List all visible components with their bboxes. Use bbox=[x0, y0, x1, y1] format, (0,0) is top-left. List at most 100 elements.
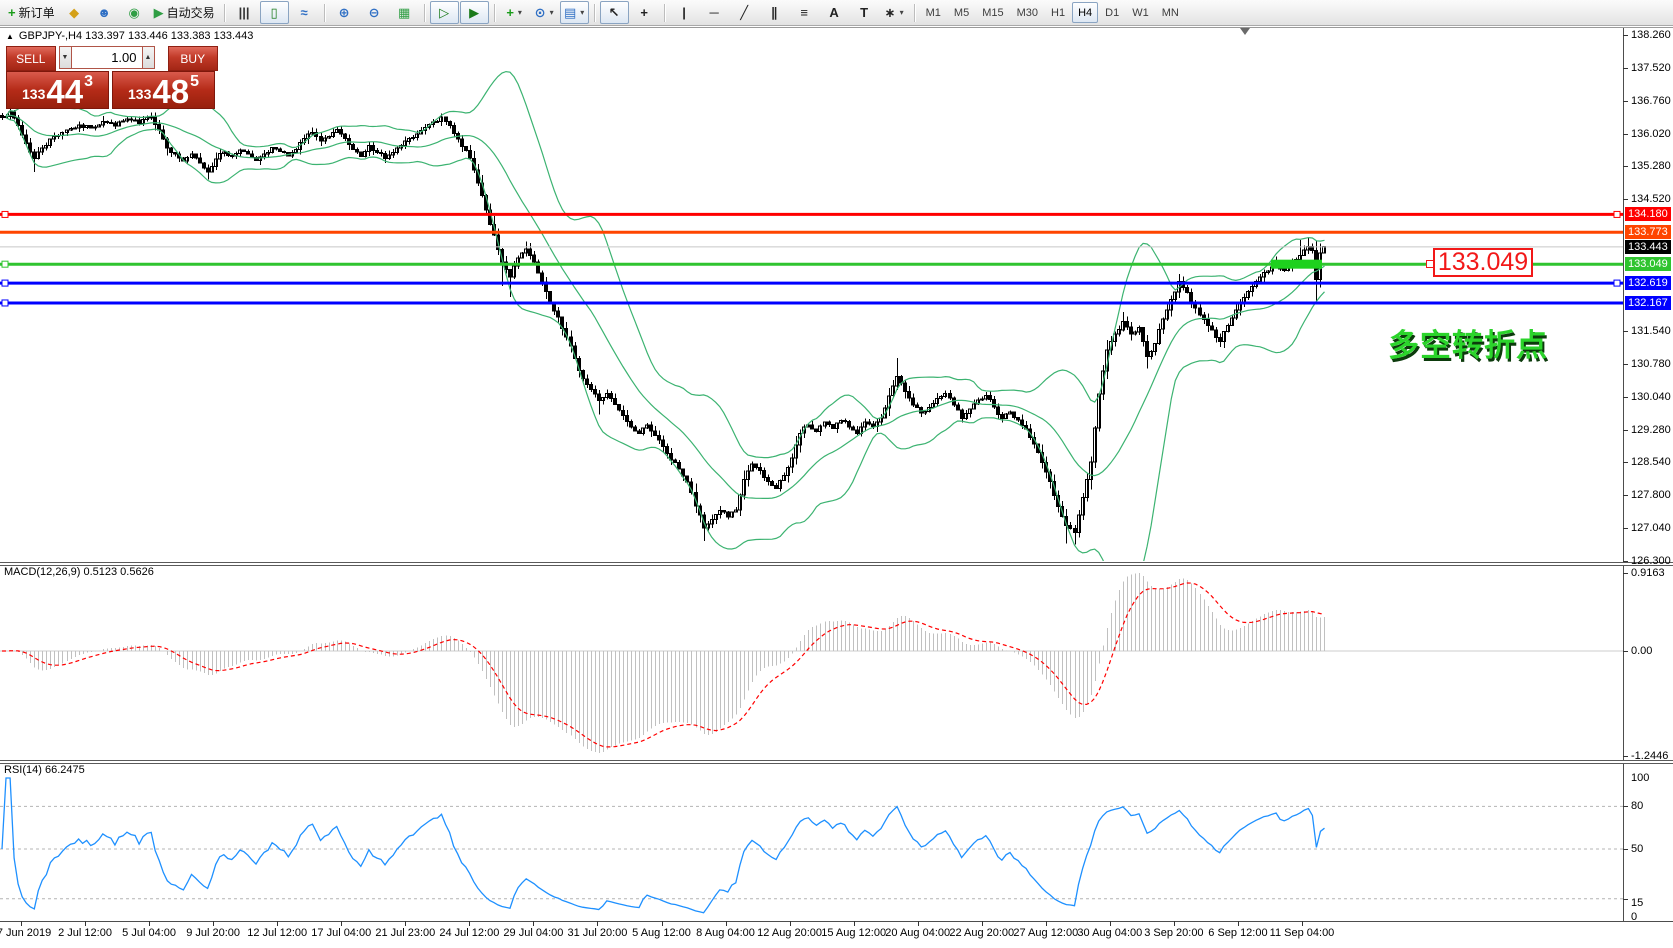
horizontal-line-button[interactable]: ─ bbox=[700, 1, 729, 24]
arrows-button[interactable]: ∗▾ bbox=[880, 1, 909, 24]
new-order-button[interactable]: +新订单 bbox=[4, 1, 59, 24]
autotrading-button[interactable]: ▶自动交易 bbox=[150, 1, 219, 24]
line-anchor bbox=[2, 300, 8, 306]
price-axis-label: 136.020 bbox=[1631, 128, 1673, 140]
equidistant-channel-button[interactable]: ∥ bbox=[760, 1, 789, 24]
macd-axis-tick bbox=[1623, 651, 1628, 652]
rsi-line bbox=[2, 778, 1325, 913]
candlestick-chart-button[interactable]: ▯ bbox=[260, 1, 289, 24]
crosshair-button[interactable]: + bbox=[630, 1, 659, 24]
price-axis-tick bbox=[1623, 462, 1628, 463]
price-axis-border bbox=[1623, 28, 1624, 921]
toolbar-separator bbox=[594, 4, 595, 22]
highlight-segment bbox=[1271, 260, 1322, 269]
timeframe-m5-button[interactable]: M5 bbox=[948, 2, 975, 23]
chart-shift-button[interactable]: ▷ bbox=[430, 1, 459, 24]
new-chart-button[interactable]: +▾ bbox=[500, 1, 529, 24]
rsi-indicator-label: RSI(14) 66.2475 bbox=[4, 764, 85, 776]
timeframe-m15-button[interactable]: M15 bbox=[976, 2, 1009, 23]
time-axis-tick bbox=[918, 921, 919, 926]
timeframe-h4-button[interactable]: H4 bbox=[1072, 2, 1098, 23]
macd-rsi-separator[interactable] bbox=[0, 760, 1673, 764]
time-axis-tick bbox=[1046, 921, 1047, 926]
volume-increase-button[interactable]: ▲ bbox=[142, 46, 155, 69]
fibonacci-button[interactable]: ≡ bbox=[790, 1, 819, 24]
zoom-out-button[interactable]: ⊖ bbox=[360, 1, 389, 24]
fibonacci-icon: ≡ bbox=[800, 6, 808, 19]
tile-windows-icon: ▦ bbox=[398, 6, 410, 19]
macd-panel bbox=[0, 573, 1623, 753]
signals-icon[interactable]: ◉ bbox=[120, 1, 149, 24]
annotation-anchor[interactable] bbox=[1426, 260, 1434, 268]
timeframe-m1-button[interactable]: M1 bbox=[920, 2, 947, 23]
zoom-in-button[interactable]: ⊕ bbox=[330, 1, 359, 24]
rsi-axis-tick bbox=[1623, 899, 1628, 900]
time-axis-tick bbox=[149, 921, 150, 926]
buy-button[interactable]: BUY bbox=[168, 46, 219, 71]
community-icon[interactable]: ☻ bbox=[90, 1, 119, 24]
sell-price-button[interactable]: 133 44 3 bbox=[6, 71, 109, 109]
volume-input[interactable] bbox=[72, 46, 142, 69]
price-axis-label: 136.760 bbox=[1631, 95, 1673, 107]
pivot-annotation-text[interactable]: 多空转折点 bbox=[1388, 320, 1548, 365]
main-macd-separator[interactable] bbox=[0, 562, 1673, 566]
bar-chart-button[interactable]: ||| bbox=[230, 1, 259, 24]
autoscroll-button[interactable]: ▶ bbox=[460, 1, 489, 24]
time-axis-tick bbox=[469, 921, 470, 926]
bb-middle-band bbox=[6, 115, 1325, 498]
candlestick-chart-icon: ▯ bbox=[271, 6, 278, 19]
trendline-button[interactable]: ╱ bbox=[730, 1, 759, 24]
price-axis-tick bbox=[1623, 528, 1628, 529]
timeframe-m30-button[interactable]: M30 bbox=[1011, 2, 1044, 23]
time-axis-tick bbox=[662, 921, 663, 926]
timeframe-mn-button[interactable]: MN bbox=[1156, 2, 1185, 23]
chart-shift-marker[interactable] bbox=[1240, 28, 1250, 35]
timeframe-h1-button[interactable]: H1 bbox=[1045, 2, 1071, 23]
sell-button[interactable]: SELL bbox=[6, 46, 56, 71]
time-axis-tick bbox=[1110, 921, 1111, 926]
rsi-axis-label: 100 bbox=[1631, 772, 1673, 784]
price-annotation-box[interactable]: 133.049 bbox=[1433, 248, 1533, 277]
price-axis-tick bbox=[1623, 134, 1628, 135]
chart-shift-icon: ▷ bbox=[439, 6, 449, 19]
time-axis-tick bbox=[213, 921, 214, 926]
template-button[interactable]: ▤▾ bbox=[560, 1, 589, 24]
chart-plot-area[interactable] bbox=[0, 0, 1673, 948]
line-anchor bbox=[1614, 211, 1620, 217]
price-axis-label: 128.540 bbox=[1631, 456, 1673, 468]
text-button[interactable]: A bbox=[820, 1, 849, 24]
macd-axis-label: 0.9163 bbox=[1631, 567, 1673, 579]
timeframe-w1-button[interactable]: W1 bbox=[1126, 2, 1155, 23]
timeframe-d1-button[interactable]: D1 bbox=[1099, 2, 1125, 23]
volume-decrease-button[interactable]: ▼ bbox=[59, 46, 72, 69]
text-label-button[interactable]: T bbox=[850, 1, 879, 24]
line-chart-button[interactable]: ≈ bbox=[290, 1, 319, 24]
price-axis-tick bbox=[1623, 331, 1628, 332]
price-axis-label: 129.280 bbox=[1631, 424, 1673, 436]
line-anchor bbox=[2, 211, 8, 217]
collapse-icon[interactable]: ▲ bbox=[6, 32, 14, 41]
new-order-button-label: 新订单 bbox=[19, 4, 55, 21]
price-axis-label: 137.520 bbox=[1631, 62, 1673, 74]
cursor-button[interactable]: ↖ bbox=[600, 1, 629, 24]
line-anchor bbox=[2, 280, 8, 286]
toolbar-separator bbox=[324, 4, 325, 22]
profiles-icon[interactable]: ◆ bbox=[60, 1, 89, 24]
price-axis-tick bbox=[1623, 68, 1628, 69]
tile-windows-button[interactable]: ▦ bbox=[390, 1, 419, 24]
main-price-panel bbox=[0, 72, 1623, 595]
vertical-line-button[interactable]: | bbox=[670, 1, 699, 24]
sell-price-figure: 133 bbox=[22, 86, 45, 102]
period-button[interactable]: ⊙▾ bbox=[530, 1, 559, 24]
profiles-icon-icon: ◆ bbox=[69, 6, 79, 19]
time-axis-tick bbox=[726, 921, 727, 926]
cursor-icon: ↖ bbox=[609, 6, 620, 19]
price-level-badge: 132.167 bbox=[1625, 296, 1671, 310]
zoom-in-icon: ⊕ bbox=[339, 6, 350, 19]
buy-price-button[interactable]: 133 48 5 bbox=[112, 71, 215, 109]
time-axis-border bbox=[0, 921, 1673, 922]
rsi-axis-label: 80 bbox=[1631, 800, 1673, 812]
macd-indicator-label: MACD(12,26,9) 0.5123 0.5626 bbox=[4, 566, 154, 578]
price-axis-tick bbox=[1623, 364, 1628, 365]
one-click-trading-panel: SELL ▼ ▲ BUY 133 44 3 133 48 5 bbox=[6, 46, 218, 109]
